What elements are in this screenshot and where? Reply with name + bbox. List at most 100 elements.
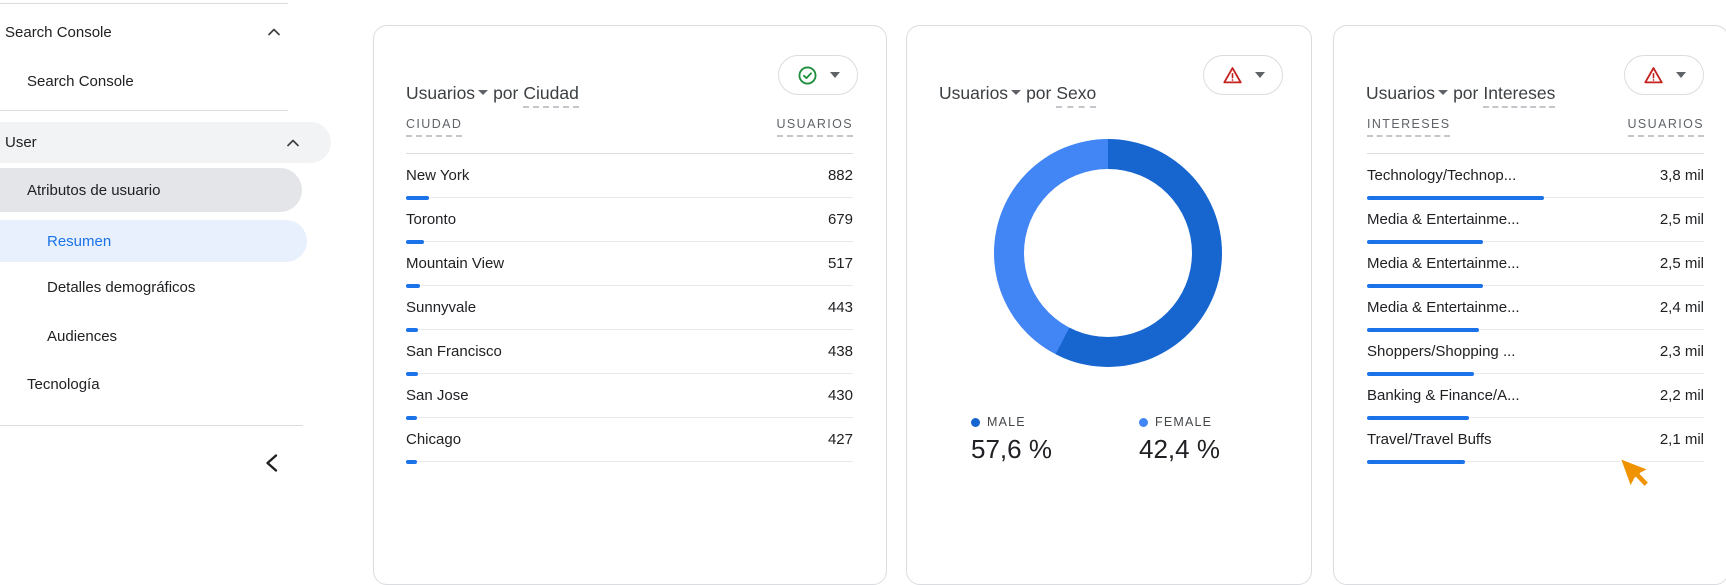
- sidebar-item-label: Detalles demográficos: [47, 278, 196, 296]
- caret-down-icon: [1011, 90, 1022, 95]
- sidebar-collapse-button[interactable]: [259, 449, 287, 477]
- caret-down-icon: [1438, 90, 1449, 95]
- metric-selector[interactable]: Usuarios: [1366, 83, 1449, 104]
- chevron-up-icon: [268, 28, 280, 36]
- column-header-dimension[interactable]: CIUDAD: [406, 117, 463, 137]
- row-bar: [406, 459, 417, 464]
- status-pill[interactable]: [1624, 55, 1704, 95]
- sidebar-item-resumen-selected[interactable]: Resumen: [0, 220, 307, 262]
- row-value: 443: [827, 299, 853, 316]
- table-row[interactable]: Media & Entertainme... 2,5 mil: [1367, 198, 1704, 244]
- table-row[interactable]: Shoppers/Shopping ... 2,3 mil: [1367, 330, 1704, 376]
- table-row[interactable]: Chicago 427: [406, 418, 853, 464]
- data-table: Technology/Technop... 3,8 mil Media & En…: [1367, 153, 1704, 464]
- legend-item-male: MALE 57,6 %: [971, 415, 1052, 465]
- row-value: 427: [827, 431, 853, 448]
- nav-section-user[interactable]: User: [0, 122, 331, 163]
- left-navigation: Search Console › Search Console User › A…: [0, 0, 331, 502]
- table-row[interactable]: Technology/Technop... 3,8 mil: [1367, 154, 1704, 200]
- row-value: 438: [827, 343, 853, 360]
- status-pill[interactable]: [1203, 55, 1283, 95]
- chevron-up-icon: [287, 139, 299, 146]
- row-label: Technology/Technop...: [1367, 167, 1517, 184]
- sidebar-item-label: Audiences: [47, 327, 118, 345]
- sidebar-item-tecnologia[interactable]: Tecnología: [27, 364, 100, 404]
- sidebar-item-atributos-de-usuario[interactable]: Atributos de usuario: [0, 168, 302, 212]
- caret-down-icon: [478, 90, 489, 95]
- row-value: 2,3 mil: [1659, 343, 1704, 360]
- column-headers: INTERESES USUARIOS: [1367, 117, 1704, 137]
- card-usuarios-por-intereses: Usuarios por Intereses INTERESES USUARIO…: [1333, 25, 1726, 585]
- caret-down-icon: [1255, 72, 1265, 78]
- title-connector: por: [1026, 83, 1052, 103]
- nav-expand-icon: ›: [0, 75, 5, 90]
- legend-dot-male: [971, 417, 980, 427]
- table-row[interactable]: San Jose 430: [406, 374, 853, 420]
- row-label: Banking & Finance/A...: [1367, 387, 1520, 404]
- sidebar-item-detalles-demograficos[interactable]: Detalles demográficos: [47, 267, 195, 307]
- donut-chart[interactable]: [994, 139, 1222, 367]
- row-value: 882: [827, 167, 853, 184]
- row-value: 430: [827, 387, 853, 404]
- nav-section-search-console[interactable]: Search Console: [5, 12, 284, 52]
- divider: [0, 3, 288, 4]
- nav-section-label: Search Console: [5, 23, 112, 41]
- table-row[interactable]: Travel/Travel Buffs 2,1 mil: [1367, 418, 1704, 464]
- legend-dot-female: [1139, 417, 1148, 427]
- row-value: 2,1 mil: [1659, 431, 1704, 448]
- status-pill[interactable]: [778, 55, 858, 95]
- sidebar-item-audiences[interactable]: Audiences: [47, 316, 117, 356]
- sidebar-item-label: Search Console: [27, 72, 134, 90]
- row-label: Shoppers/Shopping ...: [1367, 343, 1516, 360]
- table-row[interactable]: Mountain View 517: [406, 242, 853, 288]
- dimension-link[interactable]: Sexo: [1056, 83, 1097, 108]
- row-label: New York: [406, 167, 470, 184]
- row-value: 2,2 mil: [1659, 387, 1704, 404]
- row-value: 2,4 mil: [1659, 299, 1704, 316]
- divider: [0, 110, 288, 111]
- metric-label: Usuarios: [1366, 83, 1436, 103]
- divider: [0, 425, 303, 426]
- table-row[interactable]: New York 882: [406, 154, 853, 200]
- dimension-link[interactable]: Ciudad: [523, 83, 579, 108]
- table-row[interactable]: Media & Entertainme... 2,5 mil: [1367, 242, 1704, 288]
- row-value: 3,8 mil: [1659, 167, 1704, 184]
- data-table: New York 882 Toronto 679 Mountain View 5…: [406, 153, 853, 464]
- caret-down-icon: [1676, 72, 1686, 78]
- metric-selector[interactable]: Usuarios: [939, 83, 1022, 104]
- nav-section-label: User: [5, 134, 37, 151]
- dimension-link[interactable]: Intereses: [1483, 83, 1556, 108]
- table-row[interactable]: Toronto 679: [406, 198, 853, 244]
- sidebar-item-search-console[interactable]: Search Console: [27, 61, 134, 101]
- title-connector: por: [1453, 83, 1479, 103]
- column-headers: CIUDAD USUARIOS: [406, 117, 853, 137]
- legend-value: 42,4 %: [1139, 434, 1220, 464]
- row-label: San Jose: [406, 387, 469, 404]
- table-row[interactable]: Banking & Finance/A... 2,2 mil: [1367, 374, 1704, 420]
- column-header-metric[interactable]: USUARIOS: [776, 117, 853, 137]
- legend-label: MALE: [987, 415, 1026, 429]
- card-title: Usuarios por Sexo: [939, 83, 1097, 108]
- row-label: Travel/Travel Buffs: [1367, 431, 1492, 448]
- card-title: Usuarios por Ciudad: [406, 83, 579, 108]
- title-connector: por: [493, 83, 519, 103]
- metric-label: Usuarios: [939, 83, 1009, 103]
- table-row[interactable]: Media & Entertainme... 2,4 mil: [1367, 286, 1704, 332]
- row-label: Mountain View: [406, 255, 505, 272]
- column-header-dimension[interactable]: INTERESES: [1367, 117, 1451, 137]
- table-row[interactable]: Sunnyvale 443: [406, 286, 853, 332]
- row-label: Media & Entertainme...: [1367, 299, 1520, 316]
- metric-selector[interactable]: Usuarios: [406, 83, 489, 104]
- warning-triangle-icon: [1644, 66, 1663, 83]
- row-value: 517: [827, 255, 853, 272]
- sidebar-item-label: Atributos de usuario: [27, 181, 161, 199]
- legend-label: FEMALE: [1155, 415, 1213, 429]
- row-label: Chicago: [406, 431, 462, 448]
- column-header-metric[interactable]: USUARIOS: [1627, 117, 1704, 137]
- table-row[interactable]: San Francisco 438: [406, 330, 853, 376]
- row-value: 679: [827, 211, 853, 228]
- legend-item-female: FEMALE 42,4 %: [1139, 415, 1220, 465]
- row-value: 2,5 mil: [1659, 211, 1704, 228]
- row-label: Sunnyvale: [406, 299, 477, 316]
- row-label: Toronto: [406, 211, 457, 228]
